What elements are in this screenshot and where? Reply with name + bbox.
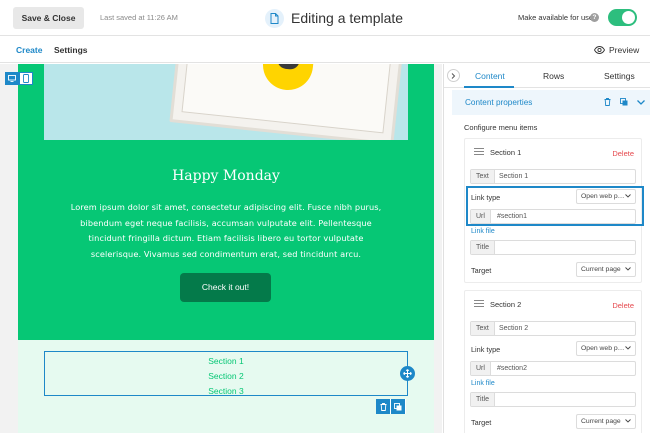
preview-button[interactable]: Preview [594, 45, 639, 55]
smiley-mouth [276, 64, 300, 71]
menu-item-name: Section 2 [490, 300, 522, 309]
help-icon[interactable]: ? [590, 13, 599, 22]
tab-settings[interactable]: Settings [54, 45, 88, 55]
target-select[interactable]: Current page [576, 414, 636, 429]
text-field-value: Section 2 [499, 325, 529, 332]
delete-button[interactable]: Delete [612, 301, 634, 310]
target-value: Current page [581, 418, 621, 425]
link-type-value: Open web p… [581, 345, 625, 352]
page-title: Editing a template [291, 10, 404, 26]
save-close-button[interactable]: Save & Close [13, 7, 84, 29]
target-value: Current page [581, 266, 621, 273]
duplicate-icon[interactable] [391, 399, 406, 414]
link-file-link[interactable]: Link file [471, 380, 495, 387]
chevron-down-icon [625, 346, 631, 350]
configure-menu-label: Configure menu items [464, 123, 538, 132]
menu-list: Section 1 Section 2 Section 3 [45, 352, 407, 399]
smiley-shape [260, 64, 314, 93]
drag-handle-icon[interactable] [474, 300, 484, 309]
tab-panel-settings[interactable]: Settings [604, 71, 635, 81]
secondary-bar: Create Settings Preview [0, 37, 650, 63]
text-field-label: Text [471, 322, 495, 335]
trash-icon[interactable] [601, 96, 613, 108]
preview-label: Preview [609, 45, 640, 55]
desktop-icon [8, 75, 16, 82]
title-field[interactable]: Title [470, 392, 636, 407]
content-properties-title: Content properties [465, 98, 533, 107]
delete-button[interactable]: Delete [612, 149, 634, 158]
link-file-link[interactable]: Link file [471, 228, 495, 235]
available-toggle[interactable] [608, 9, 637, 26]
document-icon [265, 8, 284, 28]
chevron-down-icon [625, 267, 631, 271]
block-actions [376, 399, 406, 414]
mobile-view-button[interactable] [19, 72, 33, 85]
menu-item[interactable]: Section 1 [45, 354, 407, 369]
chevron-down-icon [625, 419, 631, 423]
text-field[interactable]: Text Section 2 [470, 321, 636, 336]
url-field[interactable]: Url #section2 [470, 361, 636, 376]
hero-frame-inner [181, 64, 392, 134]
menu-item-card: Section 2 Delete Text Section 2 Link typ… [464, 290, 642, 433]
tab-rows[interactable]: Rows [543, 71, 564, 81]
mobile-icon [23, 74, 29, 83]
url-field-value: #section2 [497, 365, 527, 372]
device-toggle [5, 72, 33, 85]
text-field[interactable]: Text Section 1 [470, 169, 636, 184]
drag-handle-icon[interactable] [474, 148, 484, 157]
menu-item-name: Section 1 [490, 148, 522, 157]
selected-field-highlight [466, 186, 644, 226]
top-bar: Save & Close Last saved at 11:26 AM Edit… [0, 0, 650, 36]
move-icon[interactable] [400, 366, 415, 381]
url-field-label: Url [471, 362, 491, 375]
target-label: Target [471, 418, 492, 427]
duplicate-icon[interactable] [618, 96, 630, 108]
desktop-view-button[interactable] [5, 72, 19, 85]
trash-icon[interactable] [376, 399, 391, 414]
collapse-panel-button[interactable] [447, 69, 460, 82]
title-field-label: Title [471, 241, 495, 254]
email-heading[interactable]: Happy Monday [18, 168, 434, 184]
content-properties-header[interactable]: Content properties [452, 90, 650, 115]
chevron-right-icon [451, 72, 456, 79]
tab-content[interactable]: Content [475, 71, 505, 81]
eye-icon [594, 46, 605, 54]
title-field-label: Title [471, 393, 495, 406]
text-field-value: Section 1 [499, 173, 529, 180]
text-field-label: Text [471, 170, 495, 183]
card-header: Section 2 Delete [465, 291, 641, 317]
menu-item[interactable]: Section 2 [45, 369, 407, 384]
tab-create[interactable]: Create [16, 45, 42, 55]
properties-panel: Content Rows Settings Content properties… [443, 64, 650, 433]
target-label: Target [471, 266, 492, 275]
available-label: Make available for use [518, 13, 594, 22]
target-select[interactable]: Current page [576, 262, 636, 277]
email-body-text[interactable]: Lorem ipsum dolor sit amet, consectetur … [63, 200, 389, 262]
title-field[interactable]: Title [470, 240, 636, 255]
hero-frame [169, 64, 404, 140]
menu-block[interactable]: Section 1 Section 2 Section 3 [44, 351, 408, 396]
last-saved-status: Last saved at 11:26 AM [100, 13, 178, 22]
toggle-knob [622, 11, 635, 24]
link-type-label: Link type [471, 345, 501, 354]
email-content-block[interactable]: Happy Monday Lorem ipsum dolor sit amet,… [18, 64, 434, 340]
panel-tabs: Content Rows Settings [444, 64, 650, 88]
card-header: Section 1 Delete [465, 139, 641, 165]
link-type-select[interactable]: Open web p… [576, 341, 636, 356]
hero-image[interactable] [44, 64, 408, 140]
title-group: Editing a template [265, 8, 403, 28]
menu-item[interactable]: Section 3 [45, 384, 407, 399]
active-tab-indicator [464, 86, 514, 88]
chevron-down-icon[interactable] [635, 96, 647, 108]
cta-button[interactable]: Check it out! [180, 273, 271, 302]
